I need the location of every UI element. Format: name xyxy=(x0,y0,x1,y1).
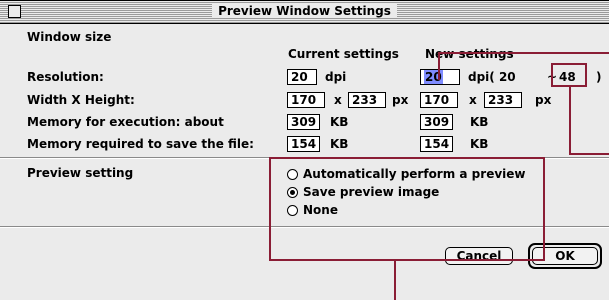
current-resolution-field: 20 xyxy=(287,69,317,85)
current-memory-exec-unit: KB xyxy=(330,115,349,129)
new-px-unit: px xyxy=(535,93,552,107)
new-resolution-callout-leader xyxy=(438,52,609,54)
current-memory-save-unit: KB xyxy=(330,137,349,151)
resolution-label: Resolution: xyxy=(27,70,104,84)
max-resolution-callout-leader xyxy=(569,153,609,155)
current-settings-header: Current settings xyxy=(288,47,399,61)
new-width-input[interactable]: 170 xyxy=(420,92,458,108)
new-memory-save-field: 154 xyxy=(420,136,453,152)
new-times-label: x xyxy=(469,93,477,107)
window-title: Preview Window Settings xyxy=(212,4,397,18)
new-memory-exec-unit: KB xyxy=(470,115,489,129)
new-height-input[interactable]: 233 xyxy=(484,92,522,108)
title-bar[interactable]: Preview Window Settings xyxy=(0,1,609,24)
max-resolution-callout-line xyxy=(569,87,571,155)
resolution-range-close: ) xyxy=(596,70,602,84)
new-memory-exec-field: 309 xyxy=(420,114,453,130)
new-resolution-input[interactable]: 20 xyxy=(420,69,460,85)
preview-options-callout-box xyxy=(269,157,545,261)
current-width-field: 170 xyxy=(287,92,325,108)
max-resolution-callout-box xyxy=(551,63,587,87)
bottom-margin xyxy=(0,300,609,306)
resolution-range-min: dpi( 20 xyxy=(468,70,516,84)
current-memory-save-field: 154 xyxy=(287,136,320,152)
memory-exec-label: Memory for execution: about xyxy=(27,115,224,129)
current-times-label: x xyxy=(334,93,342,107)
current-px-unit: px xyxy=(392,93,409,107)
window-size-heading: Window size xyxy=(27,30,112,44)
preview-setting-label: Preview setting xyxy=(27,166,134,180)
width-height-label: Width X Height: xyxy=(27,93,135,107)
memory-save-label: Memory required to save the file: xyxy=(27,137,254,151)
new-resolution-callout-line xyxy=(438,52,440,80)
new-memory-save-unit: KB xyxy=(470,137,489,151)
current-memory-exec-field: 309 xyxy=(287,114,320,130)
current-height-field: 233 xyxy=(348,92,386,108)
current-resolution-unit: dpi xyxy=(325,70,347,84)
